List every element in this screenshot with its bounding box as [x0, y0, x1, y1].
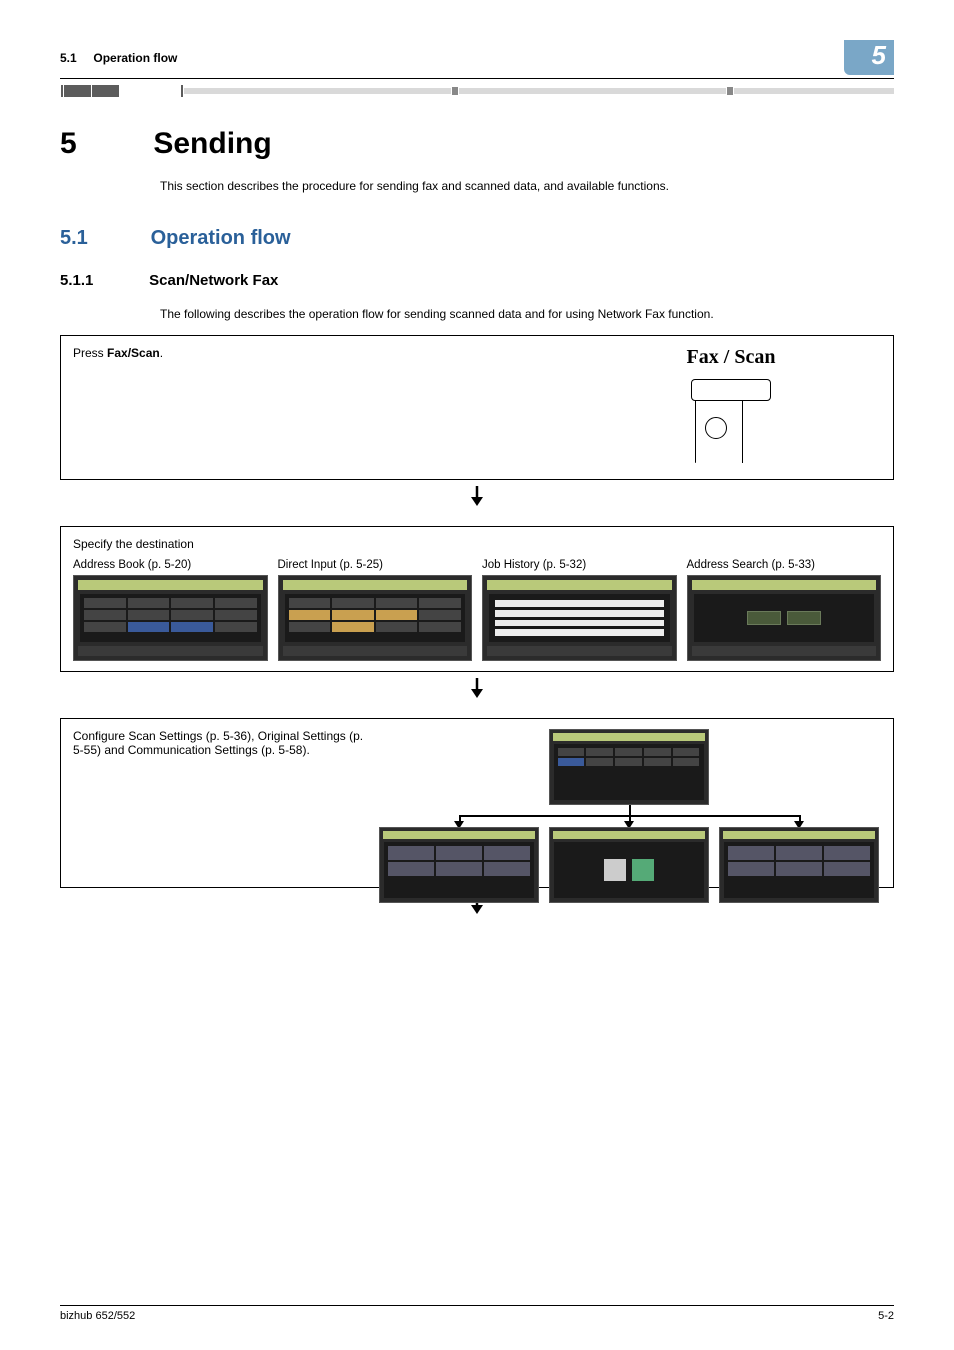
arrow-down-icon [60, 678, 894, 704]
step1-bold: Fax/Scan [107, 346, 160, 360]
step-box-specify-destination: Specify the destination Address Book (p.… [60, 526, 894, 672]
page-header: 5.1 Operation flow 5 [60, 40, 894, 79]
step2-heading: Specify the destination [73, 537, 881, 551]
chapter-intro: This section describes the procedure for… [160, 179, 894, 193]
chapter-number: 5 [60, 127, 145, 161]
header-section-title: Operation flow [93, 51, 177, 65]
screenshot-job-history [482, 575, 677, 661]
section-heading: 5.1 Operation flow [60, 227, 894, 250]
screenshot-communication-settings [719, 827, 879, 903]
panel-label: Address Search (p. 5-33) [687, 559, 882, 571]
screenshot-scan-settings [379, 827, 539, 903]
fax-scan-button-label: Fax / Scan [621, 346, 841, 369]
panel-label: Address Book (p. 5-20) [73, 559, 268, 571]
screenshot-scan-main [549, 729, 709, 805]
step-box-press-fax-scan: Press Fax/Scan. Fax / Scan [60, 335, 894, 480]
subsection-intro: The following describes the operation fl… [160, 307, 894, 321]
panel-address-search: Address Search (p. 5-33) [687, 559, 882, 661]
panel-label: Job History (p. 5-32) [482, 559, 677, 571]
step1-instruction: Press Fax/Scan. [73, 346, 163, 360]
panel-job-history: Job History (p. 5-32) [482, 559, 677, 661]
chapter-heading: 5 Sending [60, 127, 894, 161]
panel-address-book: Address Book (p. 5-20) [73, 559, 268, 661]
step1-post: . [160, 346, 163, 360]
section-number: 5.1 [60, 227, 145, 250]
header-section-number: 5.1 [60, 51, 77, 65]
page-footer: bizhub 652/552 5-2 [60, 1305, 894, 1322]
step-box-configure-settings: Configure Scan Settings (p. 5-36), Origi… [60, 718, 894, 888]
step3-text: Configure Scan Settings (p. 5-36), Origi… [73, 729, 369, 757]
arrow-down-icon [60, 486, 894, 512]
fax-scan-button-graphic [691, 379, 771, 469]
footer-page-number: 5-2 [878, 1310, 894, 1322]
screenshot-address-book [73, 575, 268, 661]
footer-model: bizhub 652/552 [60, 1310, 135, 1322]
section-title: Operation flow [151, 227, 291, 249]
chapter-title: Sending [153, 127, 271, 160]
subsection-title: Scan/Network Fax [149, 272, 278, 289]
subsection-heading: 5.1.1 Scan/Network Fax [60, 272, 894, 289]
screenshot-address-search [687, 575, 882, 661]
step3-diagram [389, 729, 882, 757]
chapter-tab: 5 [844, 40, 894, 75]
subsection-number: 5.1.1 [60, 272, 145, 289]
step1-pre: Press [73, 346, 107, 360]
screenshot-direct-input [278, 575, 473, 661]
decorative-bar [60, 85, 894, 97]
panel-direct-input: Direct Input (p. 5-25) [278, 559, 473, 661]
panel-label: Direct Input (p. 5-25) [278, 559, 473, 571]
screenshot-original-settings [549, 827, 709, 903]
